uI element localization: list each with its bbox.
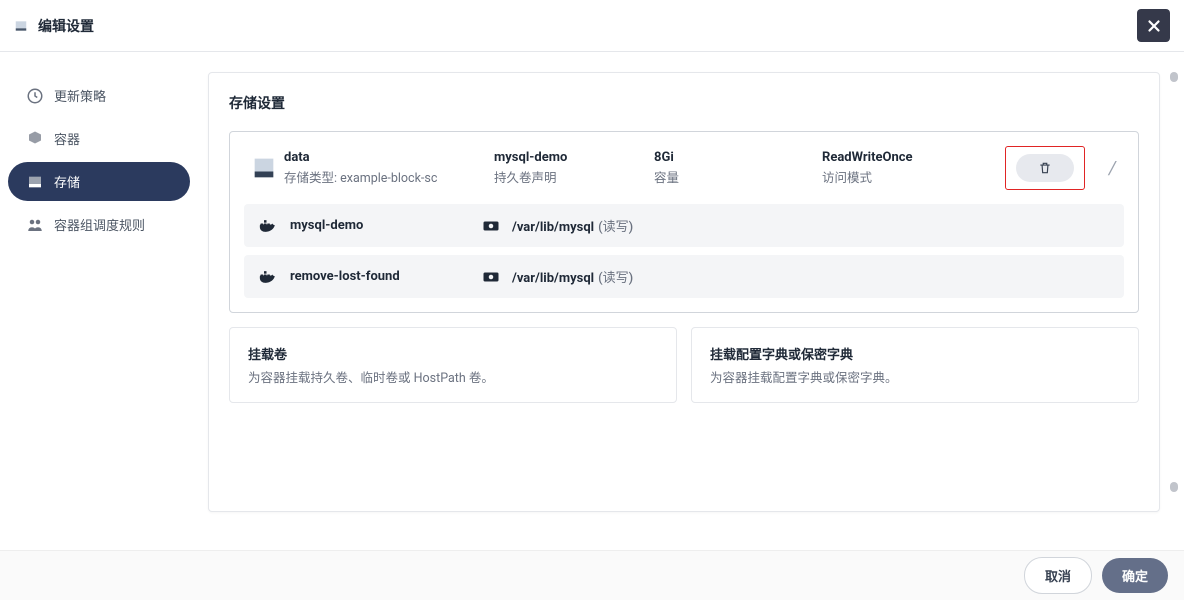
sidebar-item-scheduling[interactable]: 容器组调度规则 <box>8 205 190 244</box>
option-desc: 为容器挂载持久卷、临时卷或 HostPath 卷。 <box>248 367 658 386</box>
section-title: 存储设置 <box>229 93 1139 113</box>
mount-path: /var/lib/mysql <box>512 220 594 235</box>
option-title: 挂载卷 <box>248 344 658 363</box>
mount-name: mysql-demo <box>290 218 470 233</box>
docker-icon <box>258 269 280 285</box>
scrollbar[interactable] <box>1170 72 1178 492</box>
mount-row: mysql-demo /var/lib/mysql (读写) <box>244 204 1124 247</box>
dialog-title: 编辑设置 <box>38 16 94 36</box>
dialog-footer: 取消 确定 <box>0 550 1184 600</box>
sidebar-item-label: 容器组调度规则 <box>54 215 145 234</box>
users-icon <box>26 216 44 234</box>
volume-size-label: 容量 <box>654 167 822 186</box>
option-desc: 为容器挂载配置字典或保密字典。 <box>710 367 1120 386</box>
mount-mode: (读写) <box>598 271 633 286</box>
volume-icon <box>244 154 284 182</box>
option-mount-volume[interactable]: 挂载卷 为容器挂载持久卷、临时卷或 HostPath 卷。 <box>229 327 677 403</box>
volume-type: 存储类型: example-block-sc <box>284 167 494 186</box>
sidebar-item-label: 容器 <box>54 129 80 148</box>
option-cards: 挂载卷 为容器挂载持久卷、临时卷或 HostPath 卷。 挂载配置字典或保密字… <box>229 327 1139 403</box>
mount-mode: (读写) <box>598 220 633 235</box>
content-panel: 存储设置 data 存储类型: example-block-sc mysql-d… <box>208 72 1160 512</box>
storage-icon <box>14 19 28 33</box>
volume-name: data <box>284 150 494 165</box>
mount-path: /var/lib/mysql <box>512 271 594 286</box>
sidebar: 更新策略 容器 存储 容器组调度规则 <box>0 52 198 550</box>
edit-icon[interactable]: / <box>1109 158 1124 179</box>
sidebar-item-label: 存储 <box>54 172 80 191</box>
volume-mode-label: 访问模式 <box>822 167 960 186</box>
gear-icon <box>480 268 502 286</box>
docker-icon <box>258 218 280 234</box>
header-left: 编辑设置 <box>14 16 94 36</box>
clock-icon <box>26 87 44 105</box>
sidebar-item-container[interactable]: 容器 <box>8 119 190 158</box>
option-title: 挂载配置字典或保密字典 <box>710 344 1120 363</box>
volume-size: 8Gi <box>654 150 822 165</box>
volume-mode: ReadWriteOnce <box>822 150 960 165</box>
ok-button[interactable]: 确定 <box>1102 558 1168 593</box>
scroll-thumb-top <box>1170 72 1178 82</box>
sidebar-item-storage[interactable]: 存储 <box>8 162 190 201</box>
volume-card: data 存储类型: example-block-sc mysql-demo 持… <box>229 131 1139 313</box>
mount-name: remove-lost-found <box>290 269 470 284</box>
gear-icon <box>480 217 502 235</box>
volume-header: data 存储类型: example-block-sc mysql-demo 持… <box>230 132 1138 204</box>
volume-pvc-label: 持久卷声明 <box>494 167 654 186</box>
close-button[interactable] <box>1137 9 1170 42</box>
mount-row: remove-lost-found /var/lib/mysql (读写) <box>244 255 1124 298</box>
storage-icon <box>26 173 44 191</box>
sidebar-item-update-policy[interactable]: 更新策略 <box>8 76 190 115</box>
sidebar-item-label: 更新策略 <box>54 86 106 105</box>
content-wrap: 存储设置 data 存储类型: example-block-sc mysql-d… <box>198 52 1184 550</box>
delete-highlight <box>1005 146 1085 190</box>
dialog-header: 编辑设置 <box>0 0 1184 52</box>
option-mount-configmap[interactable]: 挂载配置字典或保密字典 为容器挂载配置字典或保密字典。 <box>691 327 1139 403</box>
scroll-thumb-bottom <box>1170 482 1178 492</box>
cancel-button[interactable]: 取消 <box>1024 557 1092 594</box>
main-area: 更新策略 容器 存储 容器组调度规则 存储设置 <box>0 52 1184 550</box>
volume-pvc: mysql-demo <box>494 150 654 165</box>
delete-button[interactable] <box>1016 154 1074 182</box>
container-icon <box>26 130 44 148</box>
